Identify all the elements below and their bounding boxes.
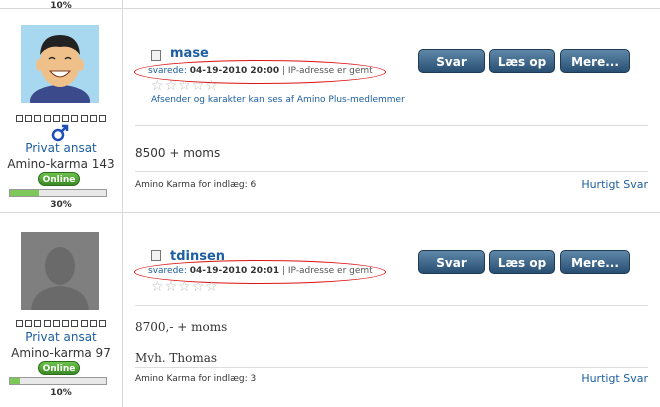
message-icon — [151, 50, 161, 61]
post-username-link[interactable]: mase — [170, 46, 209, 61]
post-1-user-col: Privat ansat Amino-karma 143 Online 30% — [0, 9, 123, 212]
star-icon[interactable]: ☆ — [151, 280, 164, 294]
rating-stars[interactable]: ☆ ☆ ☆ ☆ ☆ — [151, 280, 218, 294]
quick-reply-link[interactable]: Hurtigt Svar — [581, 178, 648, 191]
star-icon[interactable]: ☆ — [192, 79, 205, 93]
post-2-user-col: Privat ansat Amino-karma 97 Online 10% — [0, 213, 123, 407]
post-karma-footer: Amino Karma for indlæg: 3 — [135, 374, 257, 384]
default-avatar-image[interactable] — [21, 232, 99, 310]
post-divider — [135, 125, 648, 126]
post-1-content: mase svarede: 04-19-2010 20:00 | IP-adre… — [123, 9, 660, 212]
rank-boxes — [16, 320, 106, 328]
previous-user-col: 10% — [0, 0, 123, 11]
user-karma: Amino-karma 97 — [11, 346, 111, 360]
reply-button[interactable]: Svar — [418, 49, 485, 73]
post-body-line: 8500 + moms — [135, 146, 221, 160]
more-button[interactable]: Mere... — [560, 250, 630, 274]
star-icon[interactable]: ☆ — [192, 280, 205, 294]
previous-post-strip: 10% — [0, 0, 660, 11]
karma-progress-pct: 30% — [50, 200, 72, 210]
post-divider — [135, 171, 648, 172]
message-icon — [151, 250, 161, 261]
post-divider — [135, 305, 648, 306]
male-icon — [51, 124, 69, 142]
post-signature-line: Mvh. Thomas — [135, 351, 218, 365]
user-role-link[interactable]: Privat ansat — [0, 330, 122, 344]
star-icon[interactable]: ☆ — [165, 280, 178, 294]
post-body-line: 8700,- + moms — [135, 320, 228, 334]
plus-members-notice-link[interactable]: Afsender og karakter kan ses af Amino Pl… — [151, 95, 405, 105]
user-role-link[interactable]: Privat ansat — [0, 141, 122, 155]
star-icon[interactable]: ☆ — [205, 280, 218, 294]
karma-progress-fill — [10, 378, 20, 384]
reply-button[interactable]: Svar — [418, 250, 485, 274]
read-aloud-button[interactable]: Læs op — [489, 250, 555, 274]
user-karma: Amino-karma 143 — [7, 157, 115, 171]
post-divider — [135, 367, 648, 368]
rating-stars[interactable]: ☆ ☆ ☆ ☆ ☆ — [151, 79, 218, 93]
cartoon-avatar-image[interactable] — [21, 25, 99, 103]
online-status-badge: Online — [38, 172, 80, 186]
star-icon[interactable]: ☆ — [151, 79, 164, 93]
online-status-badge: Online — [38, 361, 80, 375]
karma-progress-pct: 10% — [50, 388, 72, 398]
post-2: Privat ansat Amino-karma 97 Online 10% t… — [0, 213, 660, 407]
star-icon[interactable]: ☆ — [205, 79, 218, 93]
rank-boxes — [16, 115, 106, 123]
post-karma-footer: Amino Karma for indlæg: 6 — [135, 180, 257, 190]
karma-progress-bar — [9, 189, 107, 197]
more-button[interactable]: Mere... — [560, 49, 630, 73]
karma-progress-bar — [9, 377, 107, 385]
post-2-content: tdinsen svarede: 04-19-2010 20:01 | IP-a… — [123, 213, 660, 407]
star-icon[interactable]: ☆ — [178, 79, 191, 93]
star-icon[interactable]: ☆ — [165, 79, 178, 93]
post-1: Privat ansat Amino-karma 143 Online 30% … — [0, 9, 660, 213]
quick-reply-link[interactable]: Hurtigt Svar — [581, 372, 648, 385]
star-icon[interactable]: ☆ — [178, 280, 191, 294]
read-aloud-button[interactable]: Læs op — [489, 49, 555, 73]
karma-progress-fill — [10, 190, 39, 196]
